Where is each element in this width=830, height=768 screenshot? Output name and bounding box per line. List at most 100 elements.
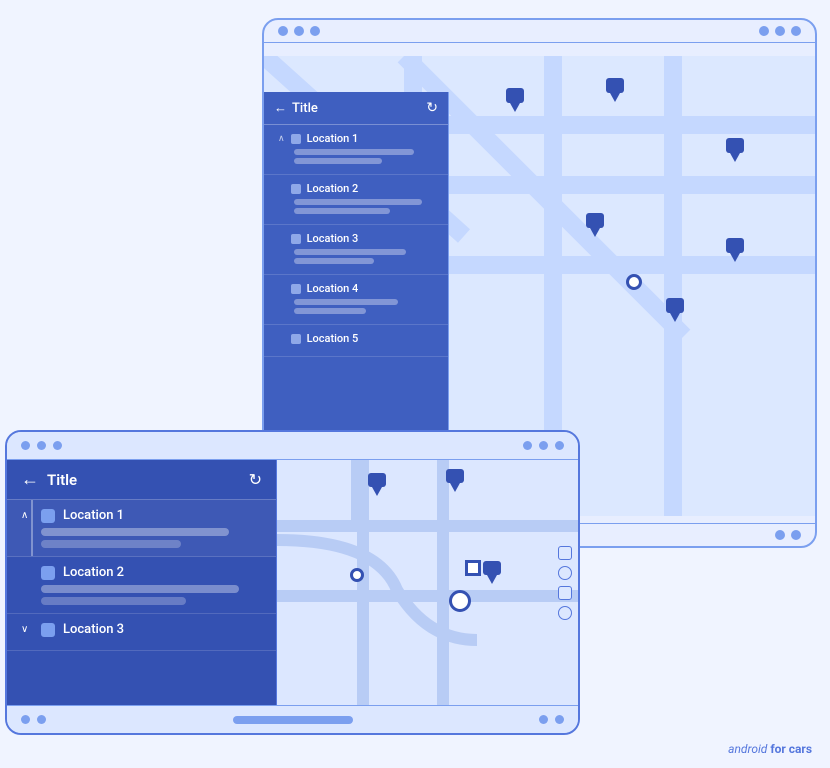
dot: [294, 26, 304, 36]
list-item[interactable]: ∧ Location 1: [7, 500, 276, 557]
panel-title: Title: [292, 101, 318, 116]
list-item[interactable]: ∧ Location 2: [7, 557, 276, 614]
info-bar: [294, 208, 390, 214]
back-device-dots-left: [278, 26, 320, 36]
location-name: ∧ Location 1: [278, 132, 438, 145]
front-panel-title: Title: [47, 471, 77, 489]
back-device-panel: ← Title ↻ ∧ Location 1: [264, 92, 449, 486]
location-label: Location 3: [63, 622, 124, 637]
location-icon: [291, 284, 301, 294]
back-device-dots-right: [759, 26, 801, 36]
front-panel-header: ← Title ↻: [7, 460, 276, 500]
back-device-top-bar: [264, 20, 815, 43]
front-panel: ← Title ↻ ∧ Location 1: [7, 460, 277, 705]
dot: [539, 715, 548, 724]
location-icon: [291, 234, 301, 244]
map-pin: [724, 136, 746, 166]
brand-android: android: [728, 742, 767, 756]
location-label: Location 3: [307, 232, 359, 245]
dot: [791, 26, 801, 36]
dot: [791, 530, 801, 540]
circle-marker: [626, 274, 642, 290]
list-item[interactable]: ∧ Location 4: [264, 275, 448, 325]
dot: [37, 715, 46, 724]
map-pin: [584, 211, 606, 241]
control-button[interactable]: [558, 546, 572, 560]
info-bar: [294, 158, 382, 164]
info-bar: [294, 149, 414, 155]
list-item[interactable]: ∧ Location 1: [264, 125, 448, 175]
chevron-icon: ∧: [21, 567, 33, 578]
brand-suffix: for cars: [770, 742, 812, 756]
dot: [53, 441, 62, 450]
front-back-button[interactable]: ← Title: [21, 469, 77, 490]
front-refresh-button[interactable]: ↻: [249, 470, 262, 489]
location-name: ∧ Location 2: [278, 182, 438, 195]
list-item[interactable]: ∧ Location 3: [264, 225, 448, 275]
dot: [775, 26, 785, 36]
location-icon: [291, 184, 301, 194]
location-icon: [41, 623, 55, 637]
dot: [21, 441, 30, 450]
location-name: ∧ Location 5: [278, 332, 438, 345]
location-icon: [291, 134, 301, 144]
loc-row-header: ∧ Location 1: [21, 508, 262, 523]
map-pin: [445, 468, 465, 496]
dot: [523, 441, 532, 450]
square-marker: [465, 560, 481, 576]
location-icon: [41, 509, 55, 523]
dot: [310, 26, 320, 36]
map-pin: [664, 296, 686, 326]
dot: [555, 715, 564, 724]
location-label: Location 5: [307, 332, 359, 345]
front-top-bar: [7, 432, 578, 460]
location-name: ∧ Location 4: [278, 282, 438, 295]
location-label: Location 4: [307, 282, 359, 295]
front-content-area: ← Title ↻ ∧ Location 1: [7, 460, 578, 705]
map-pin: [504, 86, 526, 116]
dot: [555, 441, 564, 450]
list-item[interactable]: ∨ Location 3: [7, 614, 276, 651]
bottom-dots-right: [539, 715, 564, 724]
location-name: ∧ Location 3: [278, 232, 438, 245]
chevron-down-icon: ∨: [21, 624, 33, 635]
dot: [539, 441, 548, 450]
top-dots-right: [523, 441, 564, 450]
top-dots-left: [21, 441, 62, 450]
back-arrow-icon: ←: [274, 100, 287, 116]
front-device: ← Title ↻ ∧ Location 1: [5, 430, 580, 735]
loc-row-header: ∨ Location 3: [21, 622, 262, 637]
info-bar: [294, 308, 366, 314]
dot: [759, 26, 769, 36]
front-location-list: ∧ Location 1 ∧ Location 2: [7, 500, 276, 705]
refresh-button[interactable]: ↻: [426, 100, 438, 116]
info-bar: [41, 585, 239, 593]
info-bar: [294, 199, 422, 205]
location-label: Location 2: [307, 182, 359, 195]
location-icon: [41, 566, 55, 580]
panel-header: ← Title ↻: [264, 92, 448, 125]
dot: [21, 715, 30, 724]
map-pin: [367, 472, 387, 500]
front-map: [277, 460, 578, 705]
loc-row-header: ∧ Location 2: [21, 565, 262, 580]
map-pin: [482, 560, 502, 588]
info-bar: [41, 528, 229, 536]
location-label: Location 2: [63, 565, 124, 580]
dot: [37, 441, 46, 450]
back-button[interactable]: ← Title: [274, 100, 318, 116]
dot: [278, 26, 288, 36]
control-button[interactable]: [558, 586, 572, 600]
info-bar: [294, 249, 406, 255]
list-item[interactable]: ∧ Location 2: [264, 175, 448, 225]
dot: [775, 530, 785, 540]
list-item[interactable]: ∧ Location 5: [264, 325, 448, 357]
control-button[interactable]: [558, 566, 572, 580]
location-icon: [291, 334, 301, 344]
bottom-dots-right: [775, 530, 801, 540]
control-button[interactable]: [558, 606, 572, 620]
front-bottom-bar: [7, 705, 578, 733]
nav-pill: [233, 716, 353, 724]
map-pin: [604, 76, 626, 106]
location-list: ∧ Location 1 ∧ Location 2: [264, 125, 448, 357]
